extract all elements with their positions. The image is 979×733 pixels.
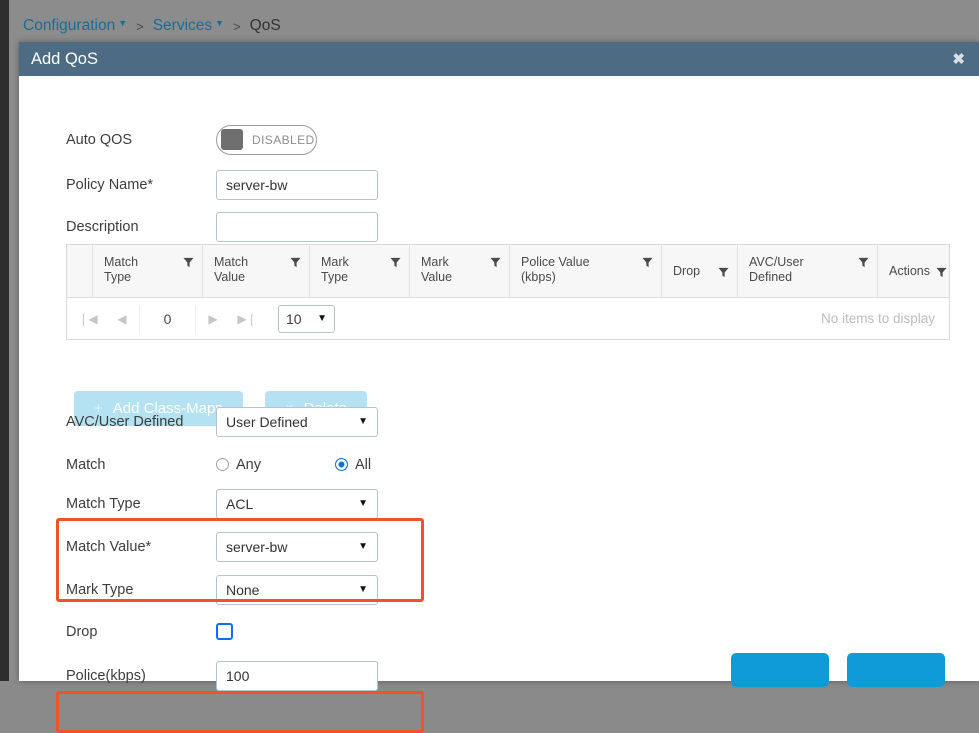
pager-page-number[interactable]: 0 <box>139 304 196 333</box>
left-rail <box>0 0 9 681</box>
match-radio-all[interactable]: All <box>335 457 371 473</box>
dialog-primary-button-2[interactable] <box>847 653 945 687</box>
table-column-mark-type: Mark Type <box>310 245 410 297</box>
table-column-match-type: Match Type <box>93 245 203 297</box>
field-row-avc-user-defined: AVC/User Defined User Defined ▼ <box>19 400 979 443</box>
field-row-policy-name: Policy Name* <box>19 163 979 206</box>
column-label: Match Value <box>214 255 249 284</box>
toggle-knob <box>221 129 243 150</box>
breadcrumb-separator: > <box>136 18 144 34</box>
table-empty-message: No items to display <box>820 311 935 326</box>
filter-icon[interactable] <box>390 257 401 268</box>
column-label: Actions <box>889 263 930 278</box>
table-column-actions: Actions <box>878 245 949 297</box>
dialog-primary-button-1[interactable] <box>731 653 829 687</box>
class-maps-table: Match Type Match Value Mark Type Mark Va… <box>66 244 950 340</box>
chevron-down-icon: ▼ <box>358 497 368 509</box>
filter-icon[interactable] <box>858 257 869 268</box>
match-value-select[interactable]: server-bw ▼ <box>216 531 378 562</box>
column-label: Mark Type <box>321 255 349 284</box>
column-label: Police Value (kbps) <box>521 255 590 284</box>
table-header-row: Match Type Match Value Mark Type Mark Va… <box>67 245 949 298</box>
pager-prev-button[interactable]: ◀ <box>105 312 139 326</box>
field-row-match: Match Any All <box>19 443 979 486</box>
filter-icon[interactable] <box>718 267 729 278</box>
table-column-police-value: Police Value (kbps) <box>510 245 662 297</box>
match-type-label: Match Type <box>66 495 141 512</box>
avc-user-defined-value: User Defined <box>226 413 308 430</box>
dialog-body: Auto QOS DISABLED Policy Name* Descripti… <box>19 76 979 733</box>
table-pager: ❘◀ ◀ 0 ▶ ▶❘ 10 ▼ No items to display <box>67 298 949 339</box>
dialog-titlebar: Add QoS ✖ <box>19 42 979 76</box>
breadcrumb-item-configuration[interactable]: Configuration <box>23 17 115 35</box>
annotation-box-police <box>56 691 424 733</box>
chevron-down-icon[interactable]: ▼ <box>215 18 224 28</box>
table-column-select <box>67 245 93 297</box>
field-row-description: Description <box>19 205 979 248</box>
dialog-title: Add QoS <box>31 49 98 68</box>
policy-name-input[interactable] <box>216 169 378 200</box>
match-radio-group: Any All <box>216 457 371 473</box>
chevron-down-icon: ▼ <box>358 415 368 427</box>
toggle-state-label: DISABLED <box>252 132 315 147</box>
column-label: Drop <box>673 263 701 278</box>
match-radio-any[interactable]: Any <box>216 457 261 473</box>
table-column-mark-value: Mark Value <box>410 245 510 297</box>
avc-user-defined-select[interactable]: User Defined ▼ <box>216 406 378 437</box>
field-row-mark-type: Mark Type None ▼ <box>19 568 979 611</box>
close-icon[interactable]: ✖ <box>952 52 965 67</box>
match-type-select[interactable]: ACL ▼ <box>216 488 378 519</box>
filter-icon[interactable] <box>936 267 947 278</box>
filter-icon[interactable] <box>290 257 301 268</box>
description-label: Description <box>66 218 139 235</box>
mark-type-label: Mark Type <box>66 581 134 598</box>
mark-type-select[interactable]: None ▼ <box>216 574 378 605</box>
match-radio-all-label: All <box>355 456 372 473</box>
filter-icon[interactable] <box>183 257 194 268</box>
field-row-match-type: Match Type ACL ▼ <box>19 482 979 525</box>
pager-next-button[interactable]: ▶ <box>196 312 230 326</box>
chevron-down-icon: ▼ <box>358 540 368 552</box>
match-type-value: ACL <box>226 495 254 512</box>
column-label: Match Type <box>104 255 139 284</box>
field-row-drop: Drop <box>19 610 979 653</box>
auto-qos-label: Auto QOS <box>66 131 133 148</box>
match-label: Match <box>66 456 106 473</box>
column-label: Mark Value <box>421 255 453 284</box>
mark-type-value: None <box>226 581 260 598</box>
match-value-value: server-bw <box>226 538 288 555</box>
table-column-match-value: Match Value <box>203 245 310 297</box>
description-input[interactable] <box>216 211 378 242</box>
page-size-select[interactable]: 10 ▼ <box>278 304 335 333</box>
chevron-down-icon: ▼ <box>317 312 327 324</box>
field-row-auto-qos: Auto QOS DISABLED <box>19 118 979 161</box>
table-column-drop: Drop <box>662 245 738 297</box>
table-column-avc-user-defined: AVC/User Defined <box>738 245 878 297</box>
radio-dot-selected <box>335 458 348 471</box>
match-value-label: Match Value* <box>66 538 152 555</box>
breadcrumb-item-services[interactable]: Services <box>153 17 212 35</box>
breadcrumb: Configuration ▼ > Services ▼ > QoS <box>23 13 281 39</box>
breadcrumb-item-qos: QoS <box>249 17 281 34</box>
pager-first-button[interactable]: ❘◀ <box>71 312 105 326</box>
radio-dot <box>216 458 229 471</box>
pager-last-button[interactable]: ▶❘ <box>230 312 264 326</box>
chevron-down-icon[interactable]: ▼ <box>118 18 127 28</box>
add-qos-dialog: Add QoS ✖ Auto QOS DISABLED Policy Name*… <box>19 42 979 733</box>
filter-icon[interactable] <box>490 257 501 268</box>
policy-name-label: Policy Name* <box>66 176 154 193</box>
breadcrumb-separator: > <box>233 18 241 34</box>
dialog-footer <box>19 653 979 687</box>
filter-icon[interactable] <box>642 257 653 268</box>
match-radio-any-label: Any <box>236 456 261 473</box>
chevron-down-icon: ▼ <box>358 583 368 595</box>
field-row-match-value: Match Value* server-bw ▼ <box>19 525 979 568</box>
drop-label: Drop <box>66 623 98 640</box>
column-label: AVC/User Defined <box>749 255 804 284</box>
drop-checkbox[interactable] <box>216 623 233 640</box>
auto-qos-toggle[interactable]: DISABLED <box>216 124 317 155</box>
page-size-value: 10 <box>286 310 302 327</box>
avc-user-defined-label: AVC/User Defined <box>66 413 184 430</box>
